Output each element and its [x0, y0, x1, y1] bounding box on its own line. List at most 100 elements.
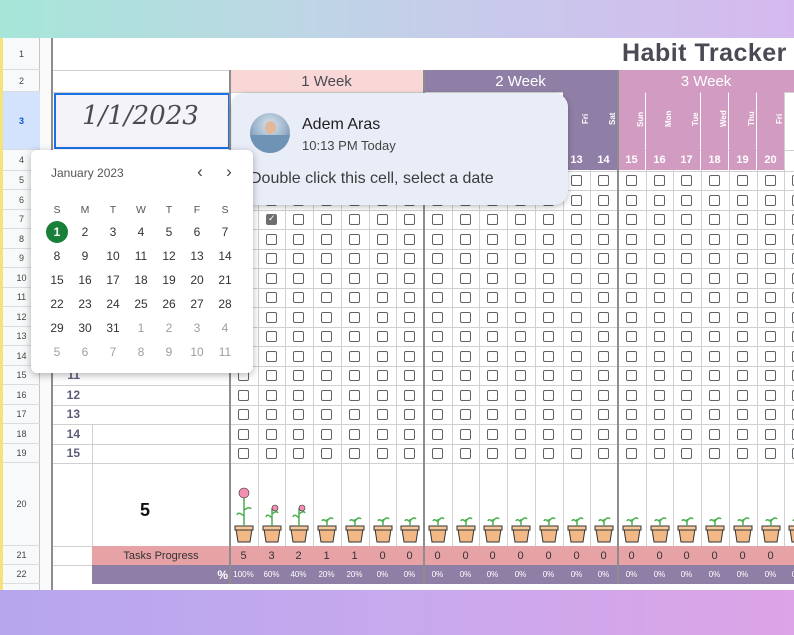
- habit-checkbox[interactable]: [626, 390, 637, 401]
- calendar-day[interactable]: 8: [129, 342, 153, 362]
- habit-checkbox[interactable]: [515, 273, 526, 284]
- calendar-day[interactable]: 31: [101, 318, 125, 338]
- habit-checkbox[interactable]: [626, 370, 637, 381]
- calendar-day[interactable]: 22: [45, 294, 69, 314]
- habit-checkbox[interactable]: [709, 351, 720, 362]
- habit-checkbox[interactable]: [571, 448, 582, 459]
- habit-checkbox[interactable]: [543, 234, 554, 245]
- chevron-right-icon[interactable]: ›: [221, 162, 237, 182]
- habit-checkbox[interactable]: [487, 351, 498, 362]
- habit-checkbox[interactable]: [626, 312, 637, 323]
- habit-checkbox[interactable]: [543, 370, 554, 381]
- habit-checkbox[interactable]: [765, 273, 776, 284]
- start-date-cell[interactable]: 1/1/2023: [54, 93, 230, 149]
- calendar-day[interactable]: 15: [45, 270, 69, 290]
- habit-checkbox[interactable]: [681, 273, 692, 284]
- habit-checkbox[interactable]: [571, 409, 582, 420]
- habit-checkbox[interactable]: [460, 292, 471, 303]
- habit-checkbox[interactable]: [321, 273, 332, 284]
- habit-checkbox[interactable]: [515, 351, 526, 362]
- habit-checkbox[interactable]: [238, 429, 249, 440]
- habit-checkbox[interactable]: [460, 448, 471, 459]
- habit-checkbox[interactable]: [377, 390, 388, 401]
- habit-checkbox[interactable]: [432, 390, 443, 401]
- habit-checkbox[interactable]: [487, 448, 498, 459]
- calendar-day[interactable]: 19: [157, 270, 181, 290]
- habit-checkbox[interactable]: [598, 448, 609, 459]
- habit-checkbox[interactable]: [377, 370, 388, 381]
- habit-checkbox[interactable]: [238, 448, 249, 459]
- habit-checkbox[interactable]: [654, 312, 665, 323]
- calendar-day[interactable]: 23: [73, 294, 97, 314]
- habit-checkbox[interactable]: [377, 234, 388, 245]
- habit-checkbox[interactable]: [432, 253, 443, 264]
- calendar-day[interactable]: 3: [101, 222, 125, 242]
- habit-checkbox[interactable]: [654, 214, 665, 225]
- habit-checkbox[interactable]: [293, 351, 304, 362]
- habit-checkbox[interactable]: [404, 253, 415, 264]
- calendar-day[interactable]: 6: [185, 222, 209, 242]
- row-number[interactable]: 2: [3, 70, 40, 92]
- habit-checkbox[interactable]: [765, 234, 776, 245]
- habit-checkbox[interactable]: [515, 234, 526, 245]
- habit-checkbox[interactable]: [737, 195, 748, 206]
- habit-checkbox[interactable]: [266, 448, 277, 459]
- habit-checkbox[interactable]: [404, 351, 415, 362]
- habit-checkbox[interactable]: [377, 273, 388, 284]
- habit-checkbox[interactable]: [293, 448, 304, 459]
- habit-checkbox[interactable]: [487, 234, 498, 245]
- habit-checkbox[interactable]: [737, 273, 748, 284]
- calendar-day[interactable]: 16: [73, 270, 97, 290]
- habit-checkbox[interactable]: [709, 175, 720, 186]
- habit-checkbox[interactable]: [515, 253, 526, 264]
- habit-checkbox[interactable]: [377, 331, 388, 342]
- habit-checkbox[interactable]: [321, 312, 332, 323]
- habit-checkbox[interactable]: [598, 351, 609, 362]
- habit-checkbox[interactable]: [737, 292, 748, 303]
- calendar-day[interactable]: 28: [213, 294, 237, 314]
- calendar-day[interactable]: 11: [129, 246, 153, 266]
- row-number[interactable]: 22: [3, 565, 40, 584]
- habit-checkbox[interactable]: [349, 292, 360, 303]
- habit-checkbox[interactable]: [266, 292, 277, 303]
- habit-checkbox[interactable]: [654, 292, 665, 303]
- habit-checkbox[interactable]: [765, 292, 776, 303]
- habit-checkbox[interactable]: [626, 253, 637, 264]
- habit-checkbox[interactable]: [681, 253, 692, 264]
- habit-checkbox[interactable]: [626, 195, 637, 206]
- habit-checkbox[interactable]: [321, 351, 332, 362]
- habit-checkbox[interactable]: [765, 448, 776, 459]
- habit-checkbox[interactable]: [460, 331, 471, 342]
- habit-checkbox[interactable]: [709, 429, 720, 440]
- calendar-day[interactable]: 4: [213, 318, 237, 338]
- calendar-day[interactable]: 10: [101, 246, 125, 266]
- habit-checkbox[interactable]: [571, 195, 582, 206]
- habit-checkbox[interactable]: [460, 312, 471, 323]
- habit-checkbox[interactable]: [571, 331, 582, 342]
- habit-checkbox[interactable]: [349, 312, 360, 323]
- habit-checkbox[interactable]: [432, 370, 443, 381]
- habit-checkbox[interactable]: [266, 253, 277, 264]
- habit-checkbox[interactable]: [404, 331, 415, 342]
- habit-checkbox[interactable]: [737, 331, 748, 342]
- habit-checkbox[interactable]: [737, 234, 748, 245]
- habit-checkbox[interactable]: [266, 331, 277, 342]
- habit-checkbox[interactable]: [654, 351, 665, 362]
- habit-checkbox[interactable]: [349, 253, 360, 264]
- habit-checkbox[interactable]: [460, 214, 471, 225]
- habit-checkbox[interactable]: [626, 448, 637, 459]
- habit-checkbox[interactable]: [293, 214, 304, 225]
- habit-checkbox[interactable]: [266, 213, 277, 225]
- habit-checkbox[interactable]: [293, 331, 304, 342]
- calendar-day[interactable]: 4: [129, 222, 153, 242]
- habit-checkbox[interactable]: [321, 331, 332, 342]
- habit-checkbox[interactable]: [654, 175, 665, 186]
- habit-checkbox[interactable]: [266, 312, 277, 323]
- habit-checkbox[interactable]: [571, 175, 582, 186]
- habit-checkbox[interactable]: [321, 253, 332, 264]
- habit-checkbox[interactable]: [266, 370, 277, 381]
- habit-checkbox[interactable]: [709, 409, 720, 420]
- calendar-day[interactable]: 18: [129, 270, 153, 290]
- calendar-day[interactable]: 13: [185, 246, 209, 266]
- habit-checkbox[interactable]: [321, 370, 332, 381]
